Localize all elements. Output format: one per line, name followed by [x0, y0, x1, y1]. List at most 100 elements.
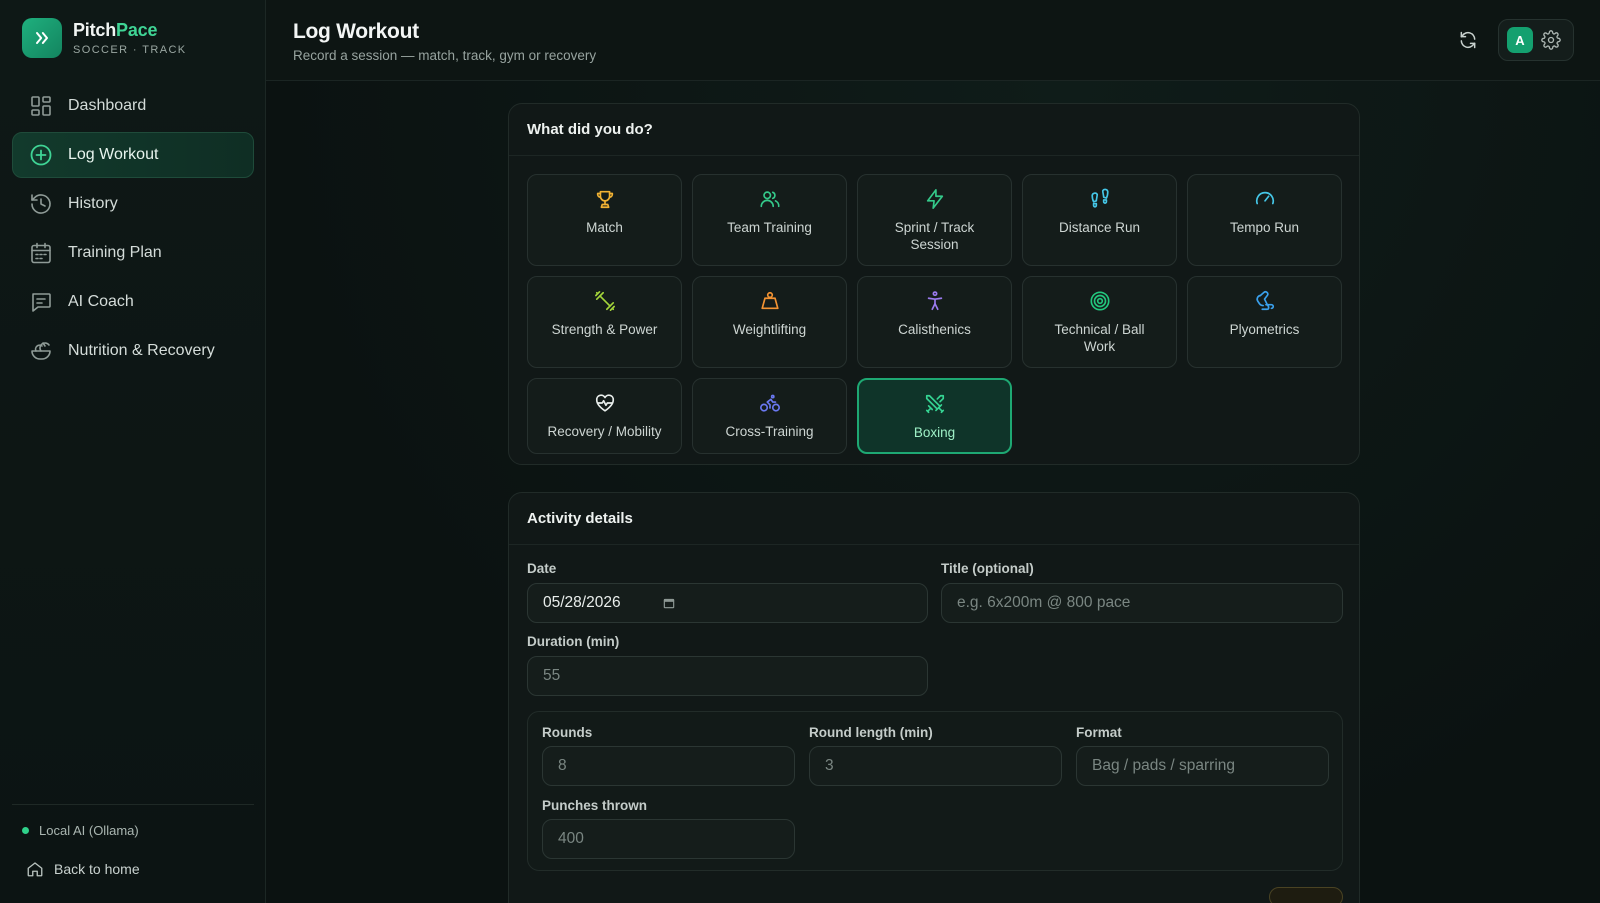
activity-label: Calisthenics — [898, 322, 971, 337]
activity-option-distance-run[interactable]: Distance Run — [1022, 174, 1177, 266]
dashboard-icon — [29, 94, 53, 118]
activity-label: Boxing — [913, 425, 956, 440]
brand-name: PitchPace — [73, 20, 158, 40]
plus-circle-icon — [29, 143, 53, 167]
refresh-icon — [1460, 31, 1476, 49]
activity-type-card: What did you do? Match Team Training Spr… — [508, 103, 1360, 465]
activity-card-title: What did you do? — [509, 104, 1359, 156]
rounds-label: Rounds — [542, 725, 593, 740]
sidebar-item-label: Nutrition & Recovery — [68, 342, 215, 359]
activity-grid: Match Team Training Sprint / Track Sessi… — [527, 174, 1342, 454]
weight-icon — [758, 289, 782, 313]
rabbit-icon — [1253, 289, 1277, 313]
duration-input[interactable]: 55 — [527, 656, 928, 696]
round-length-label: Round length (min) — [809, 725, 933, 740]
refresh-button[interactable] — [1456, 28, 1480, 52]
calendar-picker-icon[interactable] — [662, 596, 678, 612]
duration-label: Duration (min) — [527, 634, 620, 649]
sidebar-item-label: AI Coach — [68, 293, 134, 310]
format-label: Format — [1076, 725, 1122, 740]
ai-status-label: Local AI (Ollama) — [39, 822, 139, 838]
rounds-input[interactable]: 8 — [542, 746, 795, 786]
trophy-icon — [593, 187, 617, 211]
chat-icon — [29, 290, 53, 314]
page-title: Log Workout — [293, 20, 419, 43]
sidebar-item-label: Dashboard — [68, 97, 147, 114]
users-icon — [758, 187, 782, 211]
activity-option-technical-ball-work[interactable]: Technical / Ball Work — [1022, 276, 1177, 368]
activity-option-tempo-run[interactable]: Tempo Run — [1187, 174, 1342, 266]
activity-option-strength-power[interactable]: Strength & Power — [527, 276, 682, 368]
activity-option-calisthenics[interactable]: Calisthenics — [857, 276, 1012, 368]
activity-option-cross-training[interactable]: Cross-Training — [692, 378, 847, 454]
sidebar-nav: Dashboard Log Workout History Training P… — [12, 83, 254, 377]
dumbbell-icon — [593, 289, 617, 313]
activity-label: Tempo Run — [1229, 220, 1300, 235]
activity-details-card: Activity details Date 05/28/2026 Title (… — [508, 492, 1360, 903]
punches-label: Punches thrown — [542, 798, 648, 813]
activity-option-weightlifting[interactable]: Weightlifting — [692, 276, 847, 368]
activity-label: Match — [586, 220, 623, 235]
gauge-icon — [1253, 187, 1277, 211]
page-subtitle: Record a session — match, track, gym or … — [293, 48, 597, 63]
sidebar-item-label: Training Plan — [68, 244, 162, 261]
title-label: Title (optional) — [941, 561, 1034, 576]
round-length-input[interactable]: 3 — [809, 746, 1062, 786]
date-field[interactable]: 05/28/2026 — [527, 583, 928, 623]
activity-option-sprint-track-session[interactable]: Sprint / Track Session — [857, 174, 1012, 266]
date-label: Date — [527, 561, 557, 576]
activity-option-boxing[interactable]: Boxing — [857, 378, 1012, 454]
sidebar-footer: Local AI (Ollama) Back to home — [12, 804, 254, 889]
punches-input[interactable]: 400 — [542, 819, 795, 859]
back-to-home-label: Back to home — [54, 861, 140, 877]
sidebar-item-nutrition-recovery[interactable]: Nutrition & Recovery — [12, 328, 254, 374]
format-input[interactable]: Bag / pads / sparring — [1076, 746, 1329, 786]
footprints-icon — [1088, 187, 1112, 211]
bike-icon — [758, 391, 782, 415]
activity-option-recovery-mobility[interactable]: Recovery / Mobility — [527, 378, 682, 454]
brand[interactable]: PitchPace SOCCER · TRACK — [22, 18, 187, 58]
pitchpace-logo-icon — [22, 18, 62, 58]
target-icon — [1088, 289, 1112, 313]
ai-status: Local AI (Ollama) — [12, 815, 254, 845]
swords-icon — [923, 392, 947, 416]
activity-label: Distance Run — [1058, 220, 1141, 235]
activity-label: Cross-Training — [725, 424, 814, 439]
activity-option-match[interactable]: Match — [527, 174, 682, 266]
sidebar-item-label: Log Workout — [68, 146, 159, 163]
gear-icon[interactable] — [1541, 30, 1561, 50]
activity-label: Technical / Ball Work — [1054, 322, 1145, 354]
lightning-icon — [923, 187, 947, 211]
sidebar-item-log-workout[interactable]: Log Workout — [12, 132, 254, 178]
activity-label: Weightlifting — [732, 322, 807, 337]
activity-option-team-training[interactable]: Team Training — [692, 174, 847, 266]
sidebar-item-history[interactable]: History — [12, 181, 254, 227]
back-to-home-link[interactable]: Back to home — [12, 849, 254, 889]
sidebar-item-label: History — [68, 195, 118, 212]
brand-subtitle: SOCCER · TRACK — [73, 44, 187, 56]
home-icon — [26, 860, 44, 878]
user-menu[interactable]: A — [1498, 19, 1574, 61]
salad-bowl-icon — [29, 339, 53, 363]
sidebar-item-ai-coach[interactable]: AI Coach — [12, 279, 254, 325]
person-stretch-icon — [923, 289, 947, 313]
heart-pulse-icon — [593, 391, 617, 415]
sidebar-item-training-plan[interactable]: Training Plan — [12, 230, 254, 276]
sidebar-item-dashboard[interactable]: Dashboard — [12, 83, 254, 129]
status-dot-icon — [22, 826, 29, 834]
activity-label: Recovery / Mobility — [547, 424, 662, 439]
cut-off-badge — [1269, 887, 1343, 903]
page-header: Log Workout Record a session — match, tr… — [266, 0, 1600, 81]
activity-label: Sprint / Track Session — [894, 220, 975, 252]
boxing-details-group: Rounds 8 Round length (min) 3 Format Bag… — [527, 711, 1343, 871]
title-input[interactable]: e.g. 6x200m @ 800 pace — [941, 583, 1343, 623]
activity-option-plyometrics[interactable]: Plyometrics — [1187, 276, 1342, 368]
avatar[interactable]: A — [1507, 27, 1533, 53]
calendar-icon — [29, 241, 53, 265]
activity-label: Plyometrics — [1229, 322, 1300, 337]
date-value: 05/28/2026 — [543, 594, 621, 611]
main-content: What did you do? Match Team Training Spr… — [266, 81, 1600, 903]
sidebar: PitchPace SOCCER · TRACK Dashboard Log W… — [0, 0, 266, 903]
history-icon — [29, 192, 53, 216]
activity-label: Team Training — [727, 220, 812, 235]
